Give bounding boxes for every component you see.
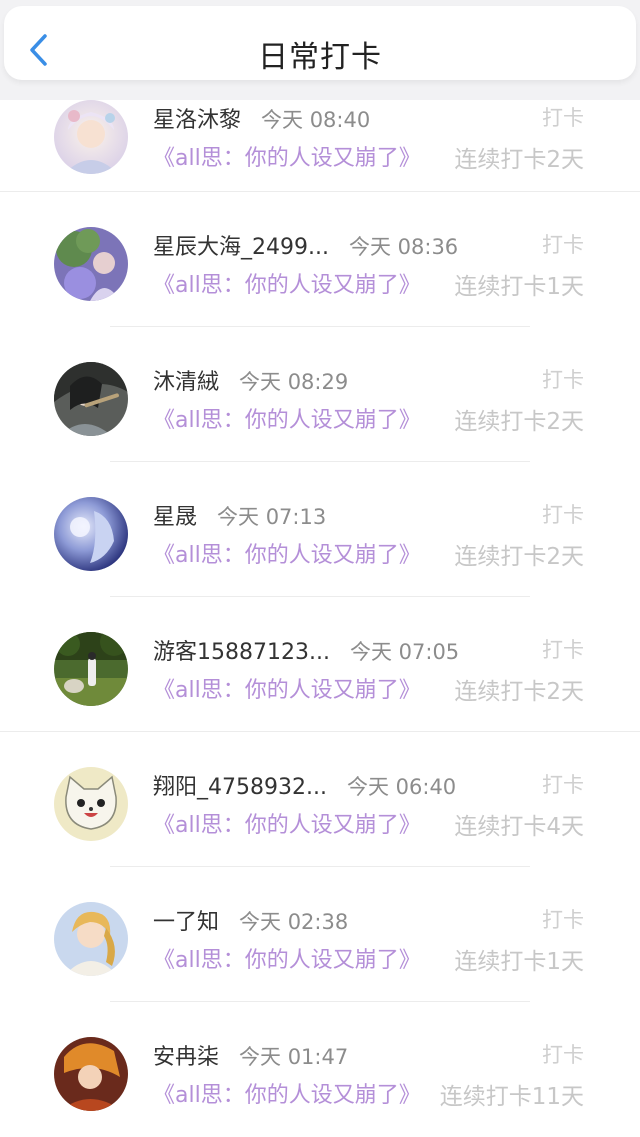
streak-count: 连续打卡2天: [454, 409, 584, 435]
book-title-link[interactable]: 《all思：你的人设又崩了》: [153, 1077, 421, 1109]
book-title-link[interactable]: 《all思：你的人设又崩了》: [153, 140, 421, 172]
user-name[interactable]: 翔阳_4758932...: [153, 769, 327, 801]
book-title-link[interactable]: 《all思：你的人设又崩了》: [153, 807, 421, 839]
list-item[interactable]: 星晟 今天 07:13 打卡 《all思：你的人设又崩了》 连续打卡2天: [0, 462, 640, 597]
avatar[interactable]: [54, 362, 128, 436]
list-item[interactable]: 沐清絨 今天 08:29 打卡 《all思：你的人设又崩了》 连续打卡2天: [0, 327, 640, 462]
avatar-photo-purple-icon: [54, 227, 128, 301]
list-item[interactable]: 一了知 今天 02:38 打卡 《all思：你的人设又崩了》 连续打卡1天: [0, 867, 640, 1002]
user-name[interactable]: 游客15887123...: [153, 634, 330, 666]
avatar[interactable]: [54, 632, 128, 706]
book-title-link[interactable]: 《all思：你的人设又崩了》: [153, 267, 421, 299]
checkin-time: 今天 08:29: [239, 370, 349, 394]
streak-count: 连续打卡2天: [454, 147, 584, 173]
streak-count: 连续打卡4天: [454, 814, 584, 840]
book-title-link[interactable]: 《all思：你的人设又崩了》: [153, 537, 421, 569]
avatar[interactable]: [54, 767, 128, 841]
user-name[interactable]: 星洛沐黎: [153, 102, 241, 134]
checkin-label: 打卡: [542, 503, 584, 527]
book-title-link[interactable]: 《all思：你的人设又崩了》: [153, 672, 421, 704]
avatar[interactable]: [54, 497, 128, 571]
user-name[interactable]: 安冉柒: [153, 1039, 219, 1071]
streak-count: 连续打卡2天: [454, 544, 584, 570]
name-line: 安冉柒 今天 01:47: [153, 1039, 348, 1071]
user-name[interactable]: 一了知: [153, 904, 219, 936]
avatar[interactable]: [54, 100, 128, 174]
checkin-label: 打卡: [542, 773, 584, 797]
streak-count: 连续打卡1天: [454, 949, 584, 975]
checkin-time: 今天 08:40: [261, 108, 371, 132]
list-item[interactable]: 星辰大海_2499... 今天 08:36 打卡 《all思：你的人设又崩了》 …: [0, 192, 640, 327]
avatar[interactable]: [54, 902, 128, 976]
streak-count: 连续打卡11天: [439, 1084, 584, 1110]
avatar-cat-mascot-icon: [54, 767, 128, 841]
checkin-label: 打卡: [542, 1043, 584, 1067]
name-line: 星洛沐黎 今天 08:40: [153, 102, 370, 134]
name-line: 沐清絨 今天 08:29: [153, 364, 348, 396]
checkin-time: 今天 06:40: [346, 775, 457, 799]
checkin-label: 打卡: [542, 106, 584, 130]
avatar-anime-boy-blonde-icon: [54, 902, 128, 976]
checkin-time: 今天 02:38: [239, 910, 349, 934]
user-name[interactable]: 星辰大海_2499...: [153, 229, 329, 261]
page-title: 日常打卡: [258, 40, 382, 75]
name-line: 翔阳_4758932... 今天 06:40: [153, 769, 456, 801]
streak-count: 连续打卡1天: [454, 274, 584, 300]
name-line: 星晟 今天 07:13: [153, 499, 326, 531]
avatar-anime-warrior-icon: [54, 1037, 128, 1111]
user-name[interactable]: 沐清絨: [153, 364, 219, 396]
name-line: 游客15887123... 今天 07:05: [153, 634, 459, 666]
top-bar: 日常打卡: [0, 0, 640, 100]
checkin-label: 打卡: [542, 233, 584, 257]
checkin-label: 打卡: [542, 908, 584, 932]
list-item[interactable]: 游客15887123... 今天 07:05 打卡 《all思：你的人设又崩了》…: [0, 597, 640, 732]
book-title-link[interactable]: 《all思：你的人设又崩了》: [153, 942, 421, 974]
avatar[interactable]: [54, 227, 128, 301]
checkin-list: 星洛沐黎 今天 08:40 打卡 《all思：你的人设又崩了》 连续打卡2天 星…: [0, 100, 640, 1137]
checkin-time: 今天 07:13: [217, 505, 327, 529]
avatar-flute-player-icon: [54, 362, 128, 436]
list-item[interactable]: 安冉柒 今天 01:47 打卡 《all思：你的人设又崩了》 连续打卡11天: [0, 1002, 640, 1137]
avatar-outdoor-photo-icon: [54, 632, 128, 706]
checkin-label: 打卡: [542, 638, 584, 662]
avatar[interactable]: [54, 1037, 128, 1111]
name-line: 一了知 今天 02:38: [153, 904, 348, 936]
header-card: 日常打卡: [4, 6, 636, 80]
avatar-blue-wolf-icon: [54, 497, 128, 571]
list-item[interactable]: 翔阳_4758932... 今天 06:40 打卡 《all思：你的人设又崩了》…: [0, 732, 640, 867]
book-title-link[interactable]: 《all思：你的人设又崩了》: [153, 402, 421, 434]
list-item[interactable]: 星洛沐黎 今天 08:40 打卡 《all思：你的人设又崩了》 连续打卡2天: [0, 100, 640, 192]
user-name[interactable]: 星晟: [153, 499, 197, 531]
checkin-time: 今天 01:47: [239, 1045, 349, 1069]
streak-count: 连续打卡2天: [454, 679, 584, 705]
checkin-time: 今天 07:05: [349, 640, 460, 664]
checkin-label: 打卡: [542, 368, 584, 392]
avatar-anime-girl-white-icon: [54, 100, 128, 174]
name-line: 星辰大海_2499... 今天 08:36: [153, 229, 458, 261]
checkin-time: 今天 08:36: [348, 235, 459, 259]
